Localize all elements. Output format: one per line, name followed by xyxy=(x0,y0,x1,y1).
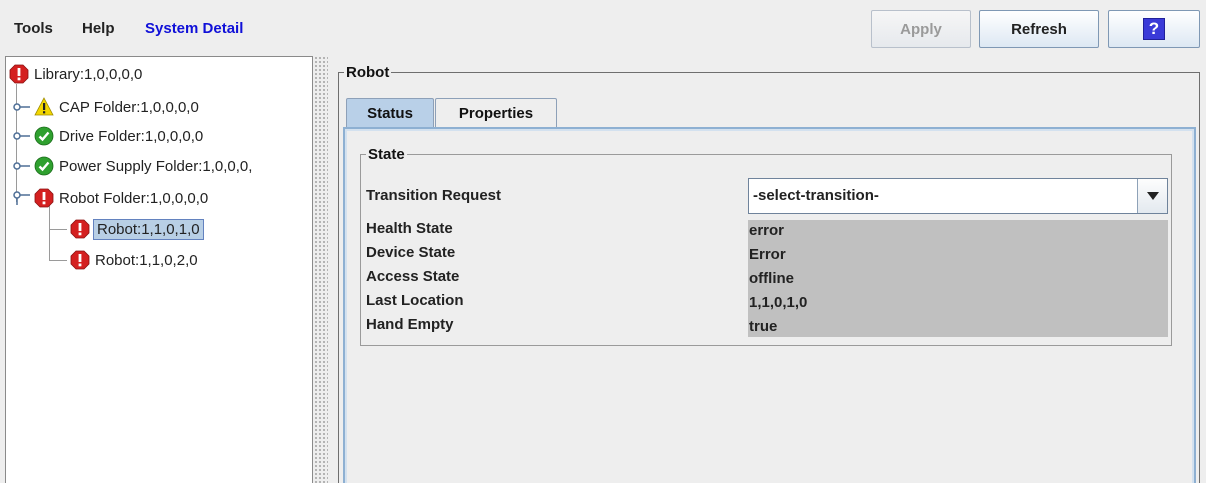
help-icon: ? xyxy=(1143,18,1165,40)
expand-handle-icon[interactable] xyxy=(12,160,30,172)
tree-item-label: Library:1,0,0,0,0 xyxy=(34,65,143,83)
expand-handle-icon[interactable] xyxy=(12,101,30,113)
tree-item-robot-1-1-0-2-0[interactable]: Robot:1,1,0,2,0 xyxy=(70,247,198,273)
apply-button[interactable]: Apply xyxy=(871,10,971,48)
health-state-label: Health State xyxy=(366,220,453,237)
device-state-value: Error xyxy=(749,246,786,263)
warning-icon xyxy=(34,97,54,116)
last-location-label: Last Location xyxy=(366,292,464,309)
transition-request-select[interactable]: -select-transition- xyxy=(748,178,1168,214)
tree-item-label: Power Supply Folder:1,0,0,0, xyxy=(59,157,253,175)
error-icon xyxy=(34,188,54,208)
navigation-tree[interactable]: Library:1,0,0,0,0 CAP Folder:1,0,0,0,0 D… xyxy=(5,56,313,483)
tree-item-robot-folder[interactable]: Robot Folder:1,0,0,0,0 xyxy=(12,185,208,211)
tree-item-label: Drive Folder:1,0,0,0,0 xyxy=(59,127,204,145)
error-icon xyxy=(70,219,90,239)
tree-item-label: Robot Folder:1,0,0,0,0 xyxy=(59,189,209,207)
hand-empty-value: true xyxy=(749,318,778,335)
tab-status[interactable]: Status xyxy=(346,98,434,128)
ok-check-icon xyxy=(34,126,54,146)
tree-item-power-supply-folder[interactable]: Power Supply Folder:1,0,0,0, xyxy=(12,153,252,179)
help-button[interactable]: ? xyxy=(1108,10,1200,48)
collapse-handle-icon[interactable] xyxy=(12,191,30,205)
robot-group-title: Robot xyxy=(344,64,392,81)
access-state-label: Access State xyxy=(366,268,460,285)
chevron-down-icon xyxy=(1146,192,1159,200)
tree-item-drive-folder[interactable]: Drive Folder:1,0,0,0,0 xyxy=(12,123,203,149)
tree-item-robot-1-1-0-1-0[interactable]: Robot:1,1,0,1,0 xyxy=(70,216,204,242)
hand-empty-label: Hand Empty xyxy=(366,316,454,333)
dropdown-button[interactable] xyxy=(1137,179,1167,213)
tree-connector xyxy=(49,260,67,261)
tree-item-label: CAP Folder:1,0,0,0,0 xyxy=(59,98,199,116)
last-location-value: 1,1,0,1,0 xyxy=(749,294,808,311)
toolbar: Tools Help System Detail Apply Refresh ? xyxy=(0,0,1206,56)
access-state-value: offline xyxy=(749,270,794,287)
tree-item-label: Robot:1,1,0,1,0 xyxy=(93,218,204,240)
splitter-handle[interactable] xyxy=(314,56,328,483)
refresh-button[interactable]: Refresh xyxy=(979,10,1099,48)
values-background xyxy=(748,220,1168,337)
expand-handle-icon[interactable] xyxy=(12,130,30,142)
menu-tools[interactable]: Tools xyxy=(14,20,53,37)
tree-item-label: Robot:1,1,0,2,0 xyxy=(95,251,198,269)
tab-properties[interactable]: Properties xyxy=(435,98,557,128)
tree-connector xyxy=(49,229,67,230)
error-icon xyxy=(70,250,90,270)
transition-request-label: Transition Request xyxy=(366,187,502,204)
menu-help[interactable]: Help xyxy=(82,20,115,37)
tree-item-cap-folder[interactable]: CAP Folder:1,0,0,0,0 xyxy=(12,94,199,120)
detail-panel: Robot Status Properties State Transition… xyxy=(330,56,1206,483)
device-state-label: Device State xyxy=(366,244,456,261)
menu-system-detail[interactable]: System Detail xyxy=(145,20,243,37)
health-state-value: error xyxy=(749,222,785,239)
tree-item-library[interactable]: Library:1,0,0,0,0 xyxy=(9,61,142,87)
error-icon xyxy=(9,64,29,84)
state-group-title: State xyxy=(366,146,407,163)
transition-request-value: -select-transition- xyxy=(753,187,879,204)
ok-check-icon xyxy=(34,156,54,176)
